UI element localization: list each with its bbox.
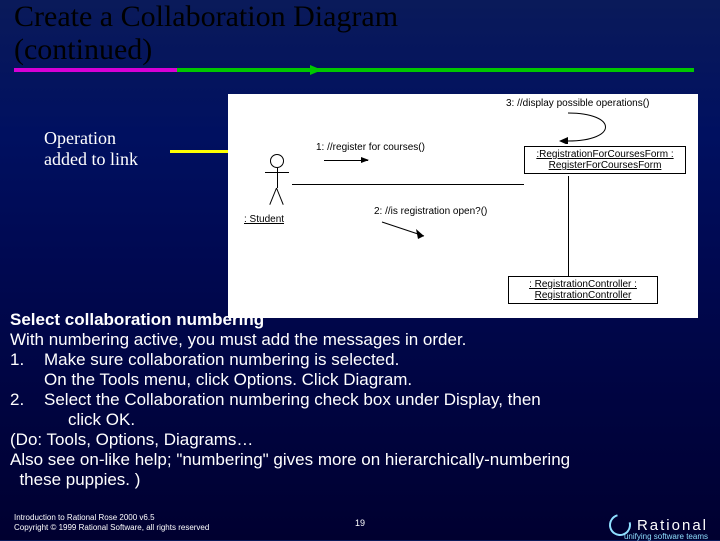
page-number: 19	[355, 518, 365, 528]
self-message-arrow	[528, 108, 648, 144]
annotation-text: Operation added to link	[44, 128, 138, 169]
step-1: 1.Make sure collaboration numbering is s…	[10, 350, 710, 370]
controller-object: : RegistrationController : RegistrationC…	[508, 276, 658, 304]
step-2: 2.Select the Collaboration numbering che…	[10, 390, 710, 410]
student-label: : Student	[244, 214, 284, 225]
link-student-form	[292, 184, 524, 185]
link-form-controller	[568, 176, 569, 276]
student-actor	[262, 154, 292, 212]
collaboration-diagram: 3: //display possible operations() 1: //…	[228, 94, 698, 318]
message-1: 1: //register for courses()	[316, 142, 425, 153]
do-note: (Do: Tools, Options, Diagrams…	[10, 430, 710, 450]
message-2: 2: //is registration open?()	[374, 206, 487, 217]
instructions-heading: Select collaboration numbering	[10, 310, 710, 330]
puppies-note: these puppies. )	[10, 470, 710, 490]
footer-copyright: Copyright © 1999 Rational Software, all …	[14, 523, 209, 533]
instructions-block: Select collaboration numbering With numb…	[10, 310, 710, 490]
arrow-message-2	[378, 218, 434, 240]
footer: Introduction to Rational Rose 2000 v6.5 …	[0, 506, 720, 540]
title-line-2: (continued)	[14, 33, 152, 66]
also-note: Also see on-like help; "numbering" gives…	[10, 450, 710, 470]
form-object: :RegistrationForCoursesForm : RegisterFo…	[524, 146, 686, 174]
rational-logo: Rational unifying software teams	[609, 514, 708, 536]
title-line-1: Create a Collaboration Diagram	[14, 0, 398, 33]
footer-course: Introduction to Rational Rose 2000 v6.5	[14, 513, 209, 523]
step-2-detail: click OK.	[10, 410, 710, 430]
step-1-detail: On the Tools menu, click Options. Click …	[10, 370, 710, 390]
instructions-intro: With numbering active, you must add the …	[10, 330, 710, 350]
logo-brand: Rational	[637, 517, 708, 534]
arrow-message-1	[324, 160, 368, 161]
title-underline	[0, 68, 720, 78]
